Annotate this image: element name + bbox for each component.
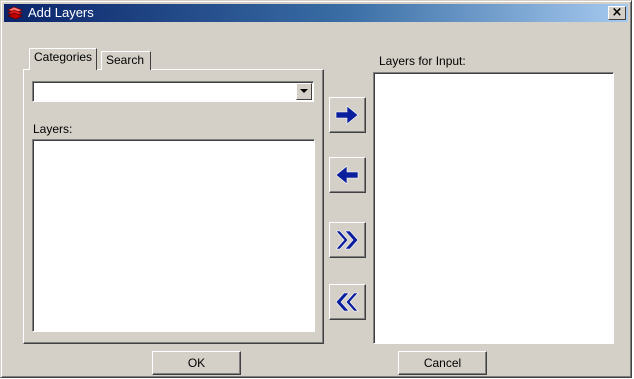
chevron-down-icon	[300, 89, 308, 93]
cancel-button[interactable]: Cancel	[398, 351, 487, 375]
tab-categories-label: Categories	[34, 50, 93, 64]
tab-categories[interactable]: Categories	[29, 48, 97, 70]
add-all-layers-button[interactable]	[329, 222, 366, 258]
layers-label: Layers:	[33, 122, 73, 136]
double-arrow-right-icon	[335, 230, 359, 250]
dropdown-button[interactable]	[296, 83, 312, 100]
layers-for-input-list[interactable]	[373, 72, 614, 344]
ok-button-label: OK	[187, 356, 206, 370]
layers-for-input-label: Layers for Input:	[379, 54, 466, 68]
close-button[interactable]: ×	[608, 6, 626, 20]
add-layers-dialog: Add Layers × Categories Search Layers: L…	[0, 0, 632, 378]
remove-layer-button[interactable]	[329, 157, 366, 193]
remove-all-layers-button[interactable]	[329, 284, 366, 320]
close-icon: ×	[611, 5, 623, 20]
category-dropdown[interactable]	[32, 81, 314, 102]
arrow-left-icon	[335, 165, 359, 185]
arrow-right-icon	[335, 105, 359, 125]
ok-button[interactable]: OK	[152, 351, 241, 375]
tab-search[interactable]: Search	[101, 51, 151, 70]
window-title: Add Layers	[28, 5, 94, 20]
layers-list[interactable]	[32, 139, 315, 332]
tab-search-label: Search	[106, 53, 145, 67]
double-arrow-left-icon	[335, 292, 359, 312]
app-icon	[7, 6, 23, 20]
cancel-button-label: Cancel	[423, 356, 462, 370]
title-bar[interactable]: Add Layers ×	[4, 4, 628, 22]
add-layer-button[interactable]	[329, 97, 366, 133]
